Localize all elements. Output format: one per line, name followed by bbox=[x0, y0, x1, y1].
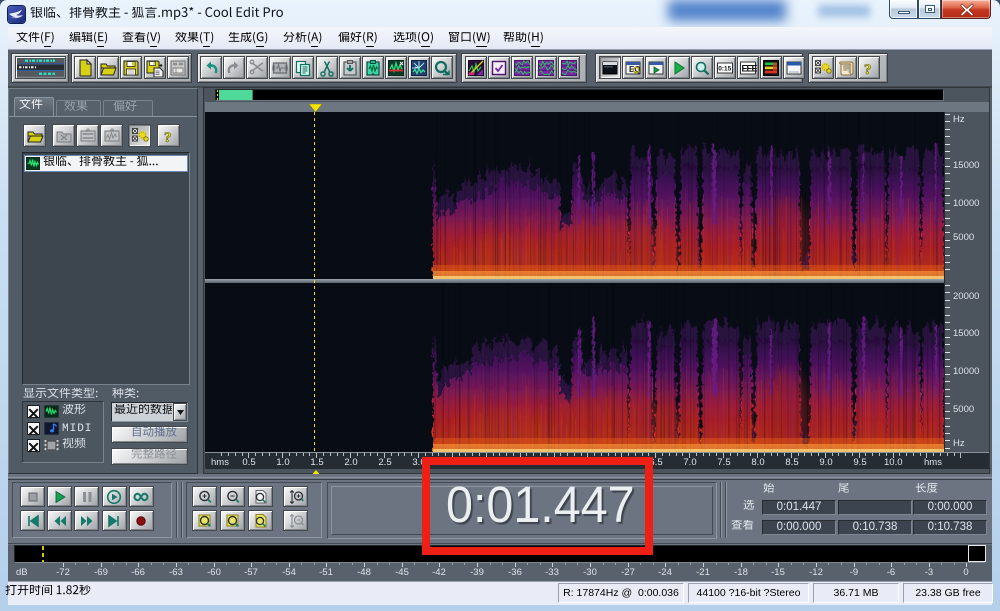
svg-text:?: ? bbox=[164, 130, 172, 145]
svg-text:EEE: EEE bbox=[742, 63, 758, 73]
svg-text:0:15: 0:15 bbox=[718, 65, 731, 72]
svg-text:?: ? bbox=[864, 62, 872, 77]
